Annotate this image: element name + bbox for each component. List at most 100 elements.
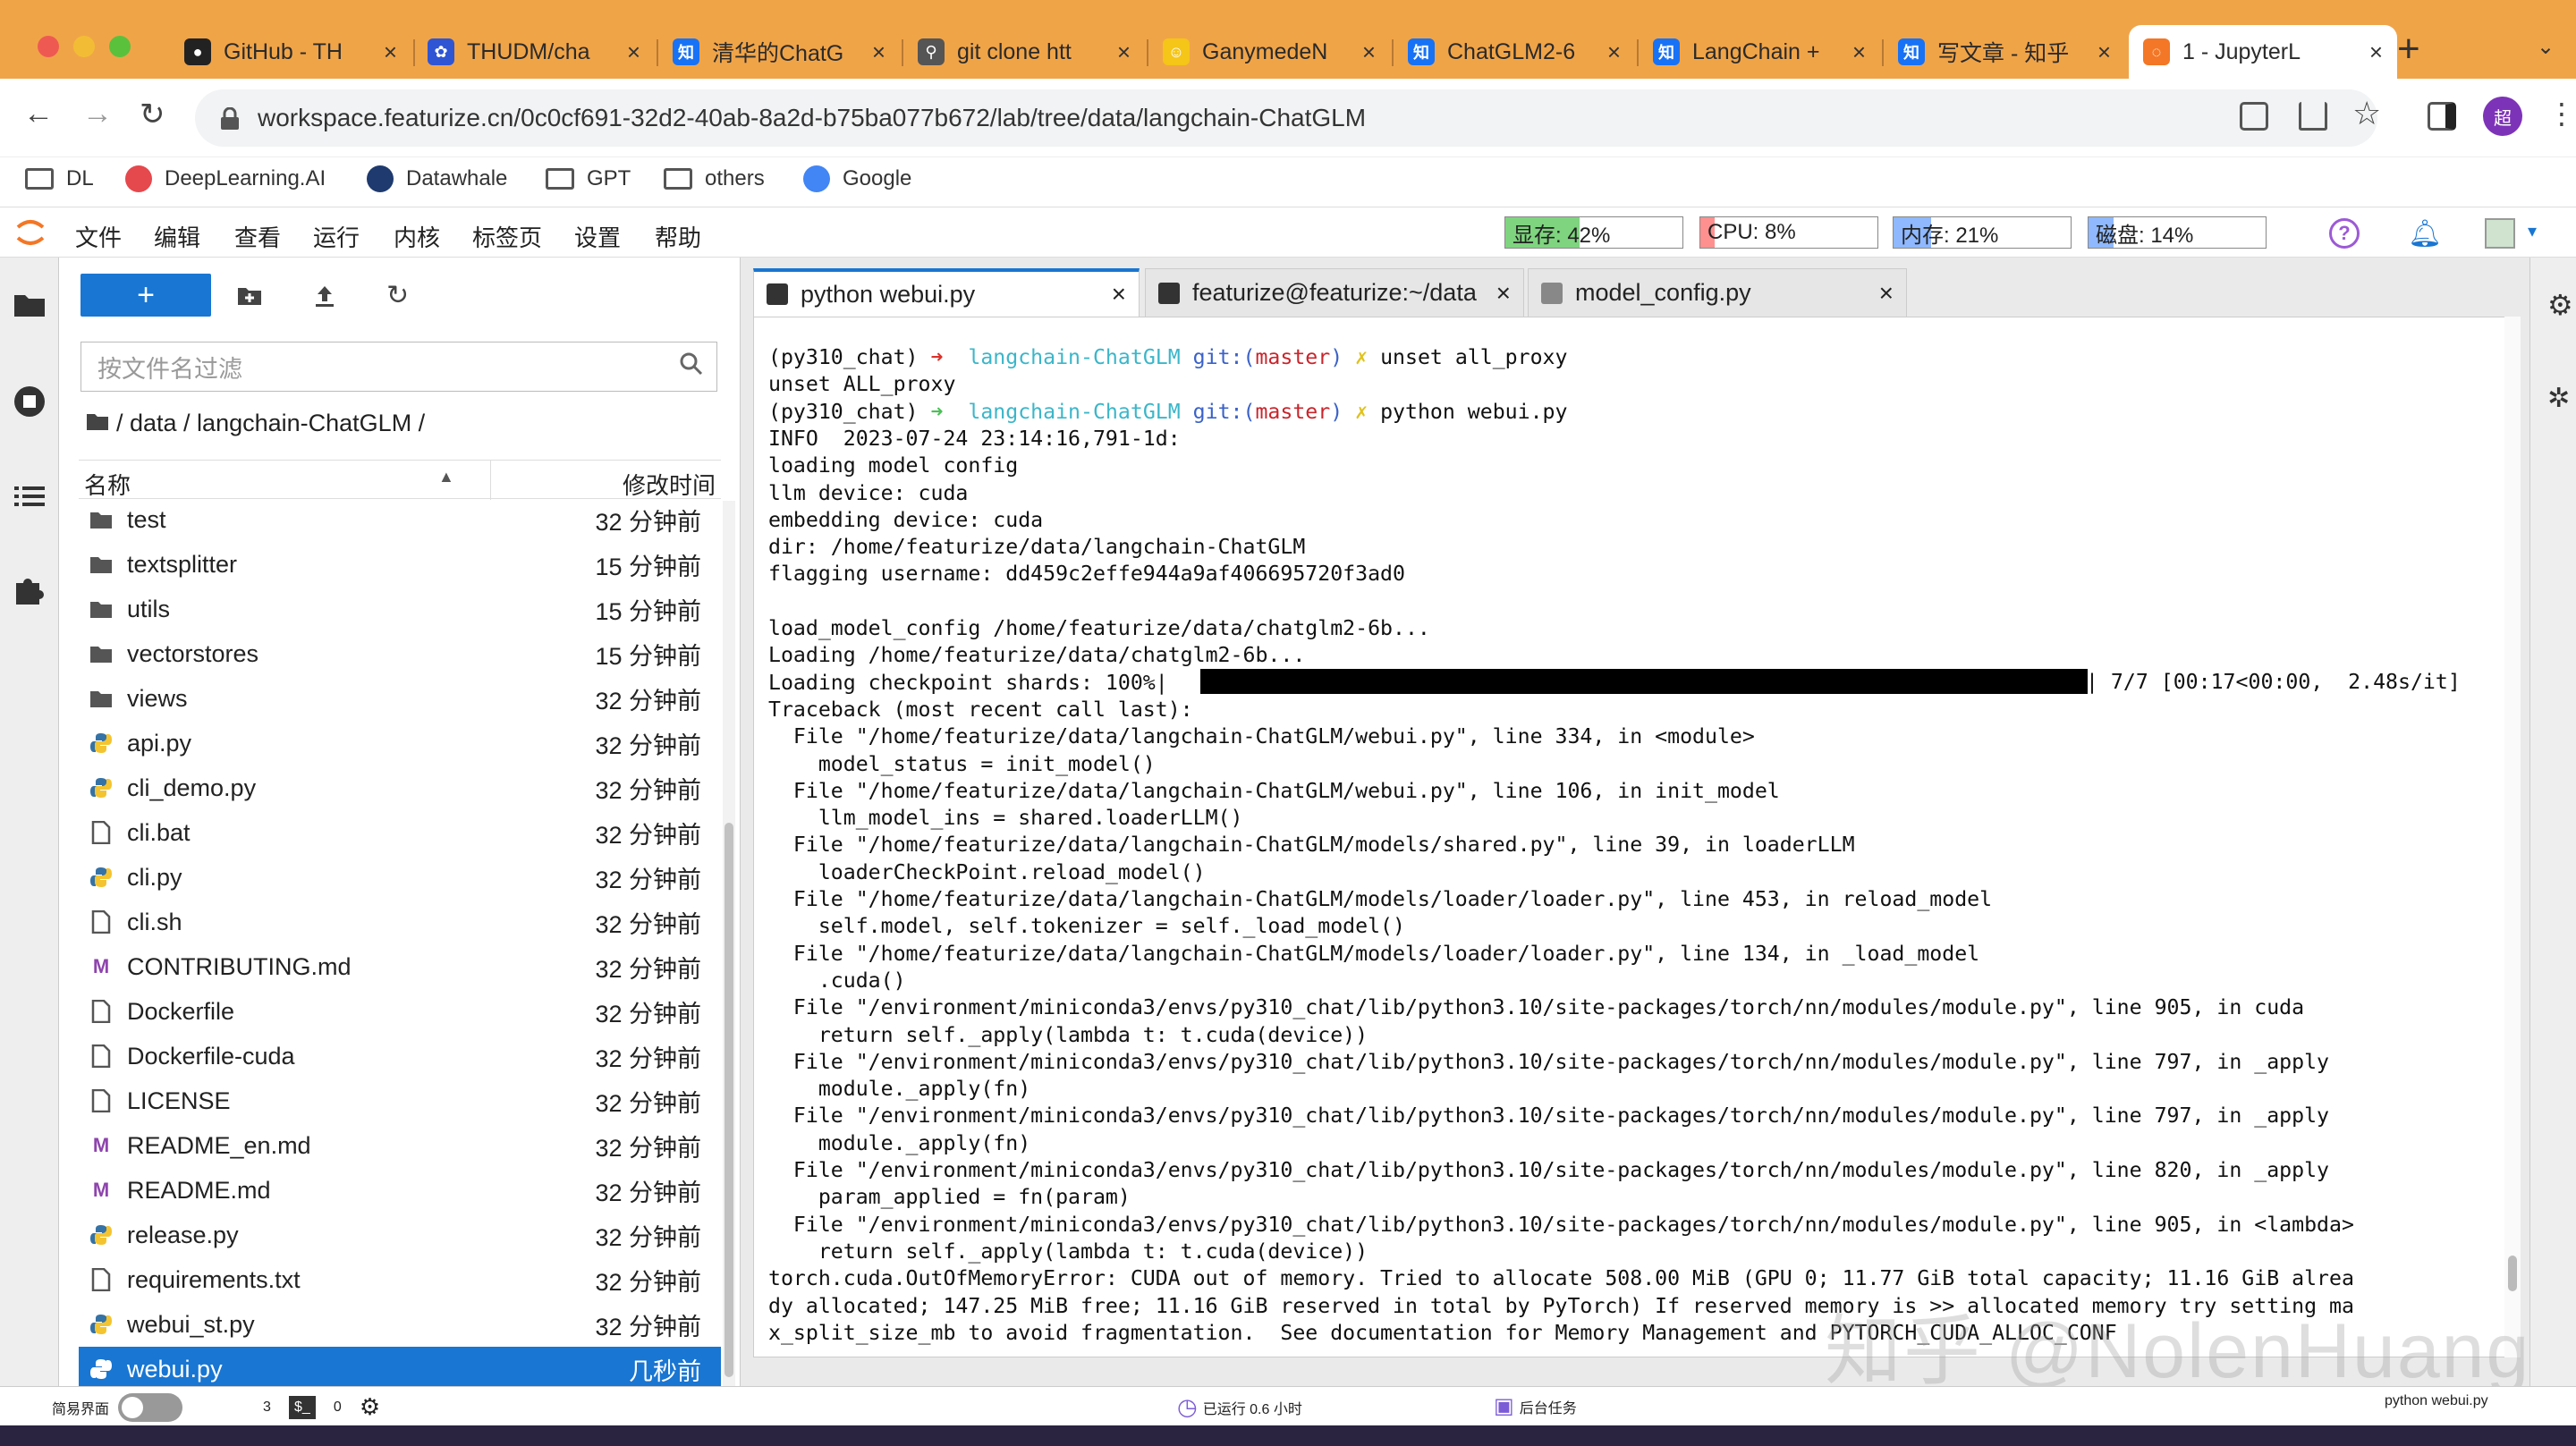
kernel-count[interactable]: 3 $_ 0 ⚙ — [263, 1393, 380, 1421]
browser-tab-7[interactable]: 知 LangChain + × — [1639, 25, 1880, 79]
menu-help[interactable]: 帮助 — [655, 220, 701, 253]
window-zoom-button[interactable] — [109, 36, 131, 57]
close-tab-icon[interactable]: × — [1607, 38, 1621, 66]
file-row[interactable]: api.py 32 分钟前 — [79, 721, 721, 765]
window-minimize-button[interactable] — [73, 36, 95, 57]
upload-icon[interactable] — [311, 283, 338, 309]
close-tab-icon[interactable]: × — [1496, 279, 1511, 308]
doc-tab-model-config[interactable]: model_config.py × — [1528, 268, 1907, 317]
bookmark-google[interactable]: Google — [803, 163, 911, 195]
menu-view[interactable]: 查看 — [234, 220, 281, 253]
file-row[interactable]: cli.sh 32 分钟前 — [79, 900, 721, 944]
sort-ascending-icon[interactable]: ▲ — [438, 468, 454, 486]
property-inspector-gear-icon[interactable]: ⚙ — [2547, 288, 2573, 322]
browser-tab-9[interactable]: ◌ 1 - JupyterL × — [2129, 25, 2397, 79]
file-row[interactable]: M README_en.md 32 分钟前 — [79, 1123, 721, 1168]
share-icon[interactable] — [2299, 102, 2327, 131]
background-tasks-button[interactable]: ▣ 后台任务 — [1494, 1393, 1577, 1419]
close-tab-icon[interactable]: × — [1879, 279, 1894, 308]
file-row[interactable]: webui.py 几秒前 — [79, 1347, 721, 1386]
toggle-switch[interactable] — [118, 1393, 183, 1422]
browser-tab-4[interactable]: ⚲ git clone htt × — [903, 25, 1145, 79]
bookmark-datawhale[interactable]: Datawhale — [367, 163, 507, 195]
translate-icon[interactable] — [2240, 102, 2268, 131]
column-modified-header[interactable]: 修改时间 — [623, 468, 716, 501]
menu-kernel[interactable]: 内核 — [394, 220, 440, 253]
user-avatar-icon[interactable] — [2485, 218, 2515, 249]
file-row[interactable]: cli.bat 32 分钟前 — [79, 810, 721, 855]
forward-button[interactable]: → — [82, 97, 113, 131]
file-row[interactable]: Dockerfile 32 分钟前 — [79, 989, 721, 1034]
scrollbar-thumb[interactable] — [724, 823, 733, 1377]
refresh-icon[interactable]: ↻ — [386, 283, 413, 309]
bookmark-gpt[interactable]: GPT — [546, 163, 631, 195]
browser-tab-2[interactable]: ✿ THUDM/cha × — [413, 25, 655, 79]
new-launcher-button[interactable]: + — [80, 274, 211, 317]
file-row[interactable]: cli.py 32 分钟前 — [79, 855, 721, 900]
close-tab-icon[interactable]: × — [1117, 38, 1131, 66]
new-folder-icon[interactable] — [236, 283, 263, 309]
running-kernels-icon[interactable] — [13, 385, 47, 419]
menu-settings[interactable]: 设置 — [574, 220, 621, 253]
close-tab-icon[interactable]: × — [627, 38, 640, 66]
address-bar[interactable]: workspace.featurize.cn/0c0cf691-32d2-40a… — [195, 89, 2377, 147]
file-browser-folder-icon[interactable] — [13, 288, 47, 322]
bookmark-deeplearning-ai[interactable]: DeepLearning.AI — [125, 163, 326, 195]
close-tab-icon[interactable]: × — [1362, 38, 1376, 66]
file-row[interactable]: textsplitter 15 分钟前 — [79, 542, 721, 587]
window-close-button[interactable] — [38, 36, 59, 57]
debugger-bug-icon[interactable]: ✲ — [2547, 383, 2570, 414]
menu-file[interactable]: 文件 — [75, 220, 122, 253]
file-row[interactable]: M CONTRIBUTING.md 32 分钟前 — [79, 944, 721, 989]
terminal-output[interactable]: (py310_chat) ➜ langchain-ChatGLM git:(ma… — [753, 317, 2521, 1357]
close-tab-icon[interactable]: × — [2097, 38, 2111, 66]
menu-tabs[interactable]: 标签页 — [472, 220, 542, 253]
file-list-scrollbar[interactable] — [723, 501, 735, 1386]
menu-edit[interactable]: 编辑 — [154, 220, 200, 253]
bookmark-star-icon[interactable]: ☆ — [2352, 95, 2381, 132]
tab-search-chevron-icon[interactable]: ⌄ — [2537, 34, 2555, 60]
help-icon[interactable]: ? — [2329, 218, 2360, 249]
home-folder-icon[interactable] — [86, 410, 109, 437]
terminal-scrollbar[interactable] — [2504, 317, 2521, 1357]
browser-tab-6[interactable]: 知 ChatGLM2-6 × — [1394, 25, 1635, 79]
file-filter-input[interactable]: 按文件名过滤 — [80, 342, 717, 392]
close-tab-icon[interactable]: × — [1112, 280, 1126, 309]
extensions-puzzle-icon[interactable] — [13, 572, 47, 606]
back-button[interactable]: ← — [23, 97, 54, 131]
close-tab-icon[interactable]: × — [1852, 38, 1866, 66]
simple-mode-toggle[interactable]: 简易界面 — [52, 1393, 183, 1422]
browser-tab-1[interactable]: ● GitHub - TH × — [170, 25, 411, 79]
file-row[interactable]: LICENSE 32 分钟前 — [79, 1078, 721, 1123]
browser-tab-3[interactable]: 知清华的ChatG × — [658, 25, 900, 79]
column-name-header[interactable]: 名称 — [84, 468, 131, 501]
close-tab-icon[interactable]: × — [384, 38, 397, 66]
bookmark-others[interactable]: others — [664, 163, 765, 195]
doc-tab-featurize-terminal[interactable]: featurize@featurize:~/data × — [1145, 268, 1524, 317]
table-of-contents-icon[interactable] — [13, 479, 47, 513]
browser-tab-5[interactable]: ☺ GanymedeN × — [1148, 25, 1390, 79]
terminal-scrollbar-thumb[interactable] — [2508, 1256, 2517, 1291]
file-row[interactable]: test 32 分钟前 — [79, 499, 721, 542]
file-row[interactable]: utils 15 分钟前 — [79, 587, 721, 631]
file-row[interactable]: M README.md 32 分钟前 — [79, 1168, 721, 1213]
close-tab-icon[interactable]: × — [2369, 38, 2383, 66]
doc-tab-webui-terminal[interactable]: python webui.py × — [753, 268, 1140, 317]
file-row[interactable]: release.py 32 分钟前 — [79, 1213, 721, 1257]
profile-avatar[interactable]: 超 — [2483, 97, 2522, 136]
close-tab-icon[interactable]: × — [872, 38, 886, 66]
file-row[interactable]: webui_st.py 32 分钟前 — [79, 1302, 721, 1347]
breadcrumb-path[interactable]: / data / langchain-ChatGLM / — [116, 410, 425, 437]
reload-button[interactable]: ↻ — [140, 97, 165, 132]
file-row[interactable]: views 32 分钟前 — [79, 676, 721, 721]
file-row[interactable]: vectorstores 15 分钟前 — [79, 631, 721, 676]
file-row[interactable]: requirements.txt 32 分钟前 — [79, 1257, 721, 1302]
menu-run[interactable]: 运行 — [313, 220, 360, 253]
user-menu-chevron-icon[interactable]: ▾ — [2528, 220, 2537, 242]
notifications-bell-icon[interactable]: 🔔︎ — [2408, 218, 2442, 249]
new-tab-button[interactable]: + — [2397, 27, 2420, 72]
browser-menu-icon[interactable]: ⋮ — [2547, 97, 2576, 131]
file-row[interactable]: Dockerfile-cuda 32 分钟前 — [79, 1034, 721, 1078]
side-panel-icon[interactable] — [2428, 102, 2456, 131]
file-row[interactable]: cli_demo.py 32 分钟前 — [79, 765, 721, 810]
